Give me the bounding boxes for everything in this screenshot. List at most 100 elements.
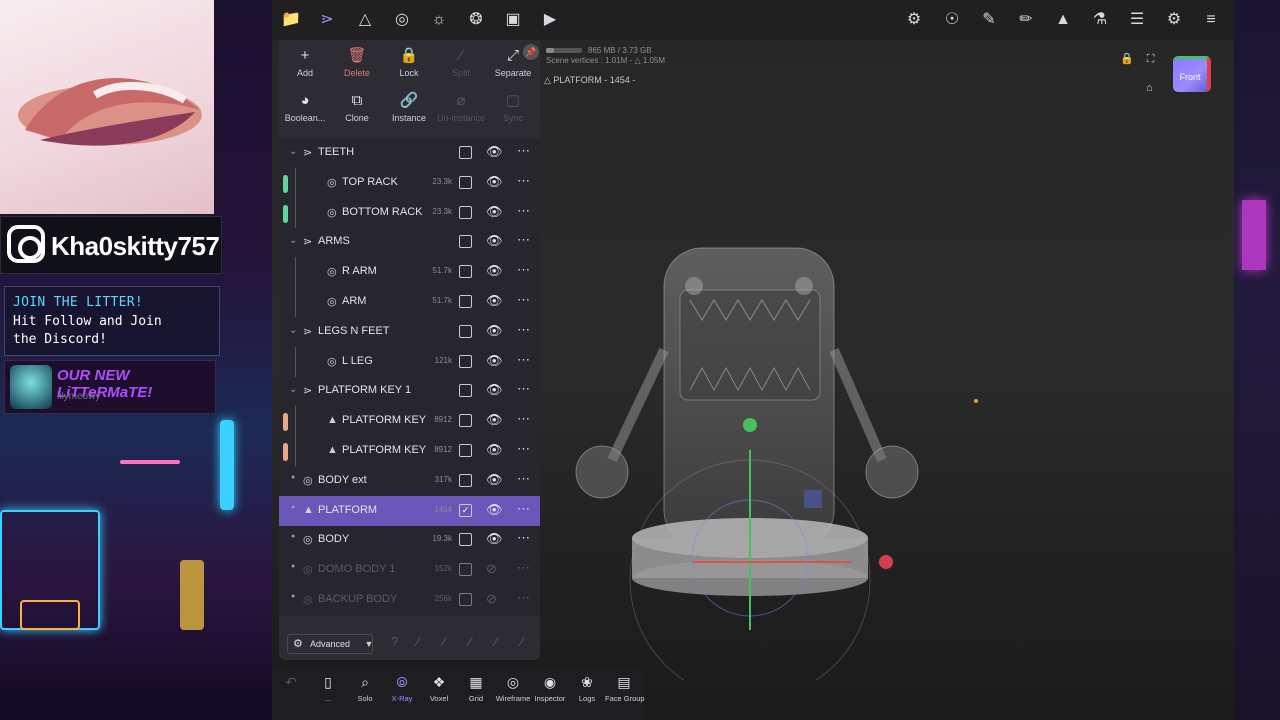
scene-row[interactable]: ● ◎ BODY 19.3k 👁 ⋯ — [279, 525, 540, 555]
select-checkbox[interactable] — [459, 354, 472, 368]
eye-icon[interactable]: 👁 — [486, 472, 503, 488]
stroke-icon[interactable]: ✎ — [974, 5, 1004, 35]
settings-icon[interactable]: ⚙ — [1159, 5, 1189, 35]
chevron-down-icon[interactable]: ⌄ — [289, 235, 297, 246]
action-clone-button[interactable]: ⧉ Clone — [331, 91, 383, 133]
scene-row[interactable]: ◎ ARM 51.7k 👁 ⋯ — [279, 287, 540, 317]
layers-icon[interactable]: ☰ — [1122, 5, 1152, 35]
more-icon[interactable]: ⋯ — [517, 411, 530, 427]
select-checkbox[interactable] — [459, 444, 472, 457]
bottom-face-group-button[interactable]: ▤ Face Group — [605, 672, 645, 703]
view-cube[interactable]: Front — [1173, 56, 1211, 92]
bottom-inspector-button[interactable]: ◉ Inspector — [531, 672, 569, 703]
select-checkbox[interactable] — [459, 593, 472, 606]
more-icon[interactable]: ⋯ — [517, 292, 530, 308]
vertex-icon[interactable]: ▲ — [1048, 5, 1078, 35]
more-icon[interactable]: ⋯ — [517, 262, 530, 278]
eye-icon[interactable]: 👁 — [486, 263, 503, 279]
lab-icon[interactable]: ⚗ — [1085, 5, 1115, 35]
more-icon[interactable]: ⋯ — [517, 381, 530, 397]
action-instance-button[interactable]: 🔗 Instance — [383, 91, 435, 133]
select-checkbox[interactable] — [459, 175, 472, 189]
home-icon[interactable]: ⌂ — [1146, 82, 1153, 94]
bottom-wireframe-button[interactable]: ◎ Wireframe — [494, 672, 532, 703]
eye-icon[interactable]: 👁 — [486, 442, 503, 458]
scene-row[interactable]: ◎ TOP RACK 23.3k 👁 ⋯ — [279, 167, 540, 198]
postprocess-icon[interactable]: ❂ — [461, 5, 491, 35]
topology-icon[interactable]: ⚙ — [899, 5, 929, 35]
select-checkbox[interactable] — [459, 533, 472, 547]
eye-icon[interactable]: 👁 — [486, 323, 503, 339]
eye-icon[interactable]: 👁 — [486, 293, 503, 309]
image-icon[interactable]: ▣ — [498, 5, 528, 35]
select-checkbox[interactable] — [459, 563, 472, 577]
bottom-voxel-button[interactable]: ❖ Voxel — [420, 672, 458, 703]
more-icon[interactable]: ⋯ — [517, 322, 530, 338]
select-checkbox[interactable] — [459, 146, 472, 159]
scene-row[interactable]: ◎ R ARM 51.7k 👁 ⋯ — [279, 257, 540, 288]
bottom-undo-button[interactable]: ↶ — [272, 672, 310, 694]
select-checkbox[interactable] — [459, 324, 472, 338]
eye-icon[interactable]: 👁 — [486, 412, 503, 428]
action-lock-button[interactable]: 🔒 Lock — [383, 46, 435, 88]
action-add-button[interactable]: + Add — [279, 46, 331, 88]
brush-icon[interactable]: ✏ — [1011, 5, 1041, 35]
scene-row[interactable]: ● ◎ BODY ext 317k 👁 ⋯ — [279, 466, 540, 496]
chevron-down-icon[interactable]: ▼ — [361, 634, 377, 654]
more-icon[interactable]: ⋯ — [517, 173, 530, 189]
scene-row[interactable]: ● ◎ DOMO BODY 1 152k ⊘ ⋯ — [279, 555, 540, 585]
more-icon[interactable]: ⋯ — [517, 143, 530, 159]
chevron-down-icon[interactable]: ⌄ — [289, 384, 297, 395]
scene-row[interactable]: ▲ PLATFORM KEY 8912 👁 ⋯ — [279, 436, 540, 466]
bottom-x-ray-button[interactable]: ⦾ X-Ray — [383, 672, 421, 703]
more-icon[interactable]: ⋯ — [517, 441, 530, 457]
eye-icon[interactable]: 👁 — [486, 144, 503, 160]
bottom-grid-button[interactable]: ▦ Grid — [457, 672, 495, 703]
eye-icon[interactable]: 👁 — [486, 233, 503, 249]
eye-icon[interactable]: 👁 — [486, 502, 503, 518]
scene-row[interactable]: ▲ PLATFORM KEY 8912 👁 ⋯ — [279, 406, 540, 437]
select-checkbox[interactable] — [459, 205, 472, 219]
action-delete-button[interactable]: 🗑 Delete — [331, 46, 383, 88]
more-icon[interactable]: ⋯ — [517, 560, 530, 576]
scene-icon[interactable]: ⋗ — [312, 5, 342, 35]
bottom---button[interactable]: ▯... — [309, 672, 347, 703]
select-checkbox[interactable] — [459, 473, 472, 487]
action-boolean-button[interactable]: ◕ Boolean... — [279, 91, 331, 133]
eye-icon[interactable]: 👁 — [486, 353, 503, 369]
more-icon[interactable]: ⋯ — [517, 471, 530, 487]
more-icon[interactable]: ⋯ — [517, 203, 530, 219]
select-checkbox[interactable] — [459, 235, 472, 249]
select-checkbox[interactable] — [459, 414, 472, 428]
help-icon[interactable]: ? — [391, 634, 398, 649]
scene-row[interactable]: ◎ BOTTOM RACK 23.3k 👁 ⋯ — [279, 197, 540, 228]
select-checkbox[interactable] — [459, 384, 472, 398]
chevron-down-icon[interactable]: ⌄ — [289, 325, 297, 336]
files-icon[interactable]: 📁 — [276, 5, 306, 35]
bottom-solo-button[interactable]: ⌕ Solo — [346, 672, 384, 703]
eye-icon[interactable]: 👁 — [486, 382, 503, 398]
scene-row[interactable]: ● ▲ PLATFORM 1454 ✓ 👁 ⋯ — [279, 495, 540, 526]
scene-row[interactable]: ◎ L LEG 121k 👁 ⋯ — [279, 346, 540, 377]
select-checkbox[interactable]: ✓ — [459, 503, 472, 517]
menu-icon[interactable]: ≡ — [1196, 5, 1226, 35]
more-icon[interactable]: ⋯ — [517, 352, 530, 368]
light-icon[interactable]: ☼ — [424, 5, 454, 35]
scene-row[interactable]: ⌄ ⋗ TEETH 👁 ⋯ — [279, 138, 540, 168]
select-checkbox[interactable] — [459, 295, 472, 308]
scene-row[interactable]: ⌄ ⋗ PLATFORM KEY 1 👁 ⋯ — [279, 376, 540, 406]
chevron-down-icon[interactable]: ⌄ — [289, 146, 297, 157]
fullscreen-icon[interactable]: ⛶ — [1147, 53, 1155, 65]
mesh-icon[interactable]: △ — [350, 5, 380, 35]
more-icon[interactable]: ⋯ — [517, 501, 530, 517]
viewport-model[interactable] — [572, 220, 932, 680]
material-icon[interactable]: ◎ — [387, 5, 417, 35]
bottom-logs-button[interactable]: ❀ Logs — [568, 672, 606, 703]
lock-view-icon[interactable]: 🔒 — [1120, 53, 1134, 65]
eye-off-icon[interactable]: ⊘ — [486, 561, 497, 577]
more-icon[interactable]: ⋯ — [517, 232, 530, 248]
symmetry-icon[interactable]: ☉ — [937, 5, 967, 35]
select-checkbox[interactable] — [459, 265, 472, 279]
eye-off-icon[interactable]: ⊘ — [486, 591, 497, 607]
eye-icon[interactable]: 👁 — [486, 174, 503, 190]
